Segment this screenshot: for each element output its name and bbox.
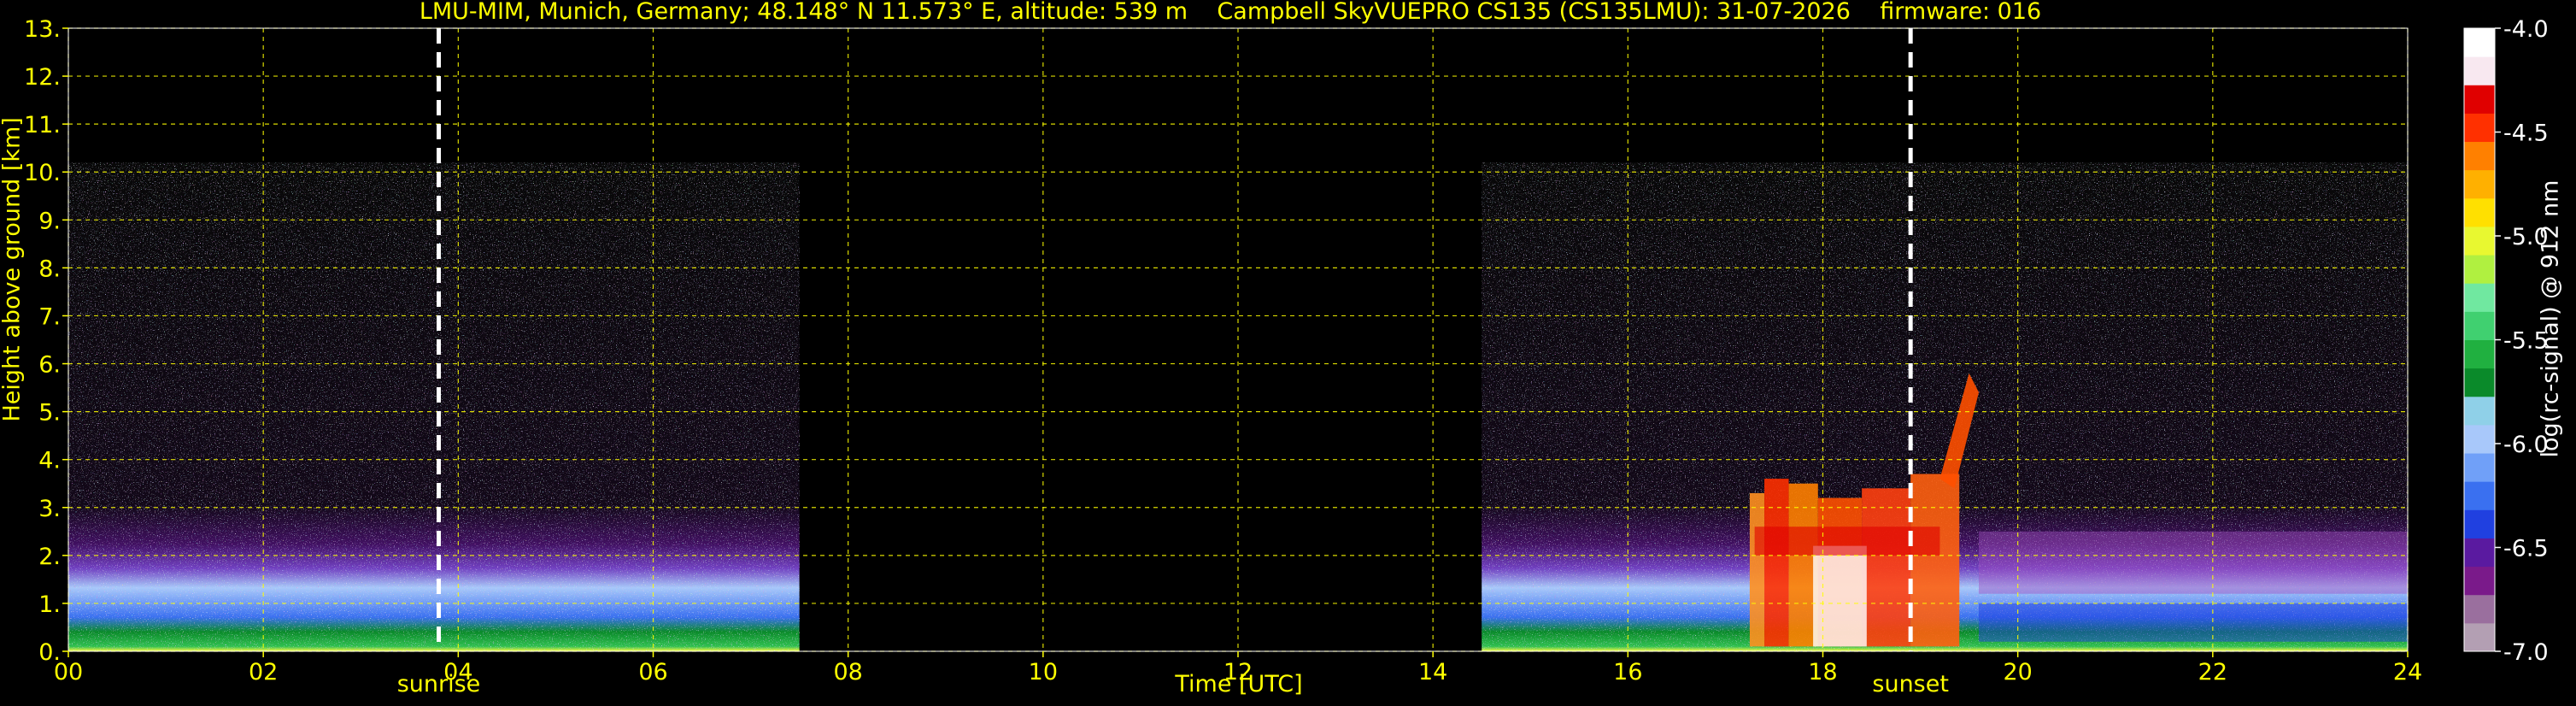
colorbar-swatch [2464, 226, 2495, 256]
colorbar-swatch [2464, 538, 2495, 568]
x-tick-label: 06 [638, 659, 667, 685]
cloud-feature [1764, 479, 1789, 647]
y-tick-label: 3. [38, 496, 61, 522]
y-tick-label: 12. [24, 64, 61, 91]
y-tick-label: 7. [38, 303, 61, 330]
x-tick-label: 02 [249, 659, 278, 685]
y-tick-label: 9. [38, 208, 61, 234]
x-axis-label: Time [UTC] [1175, 671, 1303, 697]
x-tick-label: 22 [2198, 659, 2227, 685]
x-tick-label: 14 [1418, 659, 1447, 685]
colorbar-swatch [2464, 622, 2495, 652]
cloud-feature [1862, 488, 1911, 647]
colorbar-swatch [2464, 396, 2495, 426]
colorbar-swatch [2464, 113, 2495, 143]
colorbar-swatch [2464, 197, 2495, 227]
colorbar-swatch [2464, 424, 2495, 454]
colorbar: -4.0-4.5-5.0-5.5-6.0-6.5-7.0 [2463, 16, 2549, 666]
sunrise-label: sunrise [396, 671, 481, 697]
chart-title: LMU-MIM, Munich, Germany; 48.148° N 11.5… [419, 0, 2042, 25]
cloud-feature [1910, 474, 1960, 647]
colorbar-swatch [2464, 169, 2495, 199]
x-tick-label: 16 [1613, 659, 1642, 685]
x-tick-label: 20 [2003, 659, 2032, 685]
signal-noise [68, 162, 800, 651]
colorbar-tick-label: -7.0 [2503, 639, 2549, 666]
colorbar-swatch [2464, 339, 2495, 369]
colorbar-swatch [2464, 141, 2495, 171]
cloud-core [1813, 545, 1867, 647]
colorbar-swatch [2464, 453, 2495, 482]
colorbar-swatch [2464, 566, 2495, 596]
y-tick-label: 6. [38, 352, 61, 379]
x-tick-label: 08 [833, 659, 862, 685]
y-tick-label: 8. [38, 256, 61, 282]
colorbar-label: log(rc-signal) @ 912 nm [2537, 179, 2564, 458]
colorbar-tick-label: -4.0 [2503, 16, 2549, 43]
y-tick-label: 11. [24, 112, 61, 138]
x-tick-label: 10 [1029, 659, 1058, 685]
y-axis-label: Height above ground [km] [0, 117, 26, 422]
colorbar-swatch [2464, 85, 2495, 114]
boundary-layer [1979, 603, 2408, 642]
colorbar-swatch [2464, 283, 2495, 312]
sunset-label: sunset [1872, 671, 1949, 697]
colorbar-swatch [2464, 594, 2495, 624]
y-tick-label: 10. [24, 160, 61, 186]
x-tick-label: 24 [2393, 659, 2422, 685]
ceilometer-chart: 00 02 04 06 08 10 12 14 16 18 20 22 240.1.2.3.4.5.6.… [24, 16, 2549, 685]
y-tick-label: 0. [38, 639, 61, 666]
y-tick-label: 2. [38, 544, 61, 570]
aerosol-layer [1979, 531, 2408, 594]
colorbar-swatch [2464, 255, 2495, 284]
y-tick-label: 4. [38, 448, 61, 474]
colorbar-swatch [2464, 311, 2495, 340]
colorbar-swatch [2464, 481, 2495, 510]
y-tick-label: 1. [38, 591, 61, 618]
colorbar-tick-label: -6.5 [2503, 536, 2549, 562]
y-tick-label: 5. [38, 400, 61, 427]
colorbar-swatch [2464, 509, 2495, 538]
colorbar-tick-label: -4.5 [2503, 121, 2549, 147]
colorbar-swatch [2464, 56, 2495, 85]
colorbar-swatch [2464, 368, 2495, 397]
cloud-feature [1749, 492, 1765, 647]
colorbar-swatch [2464, 28, 2495, 57]
